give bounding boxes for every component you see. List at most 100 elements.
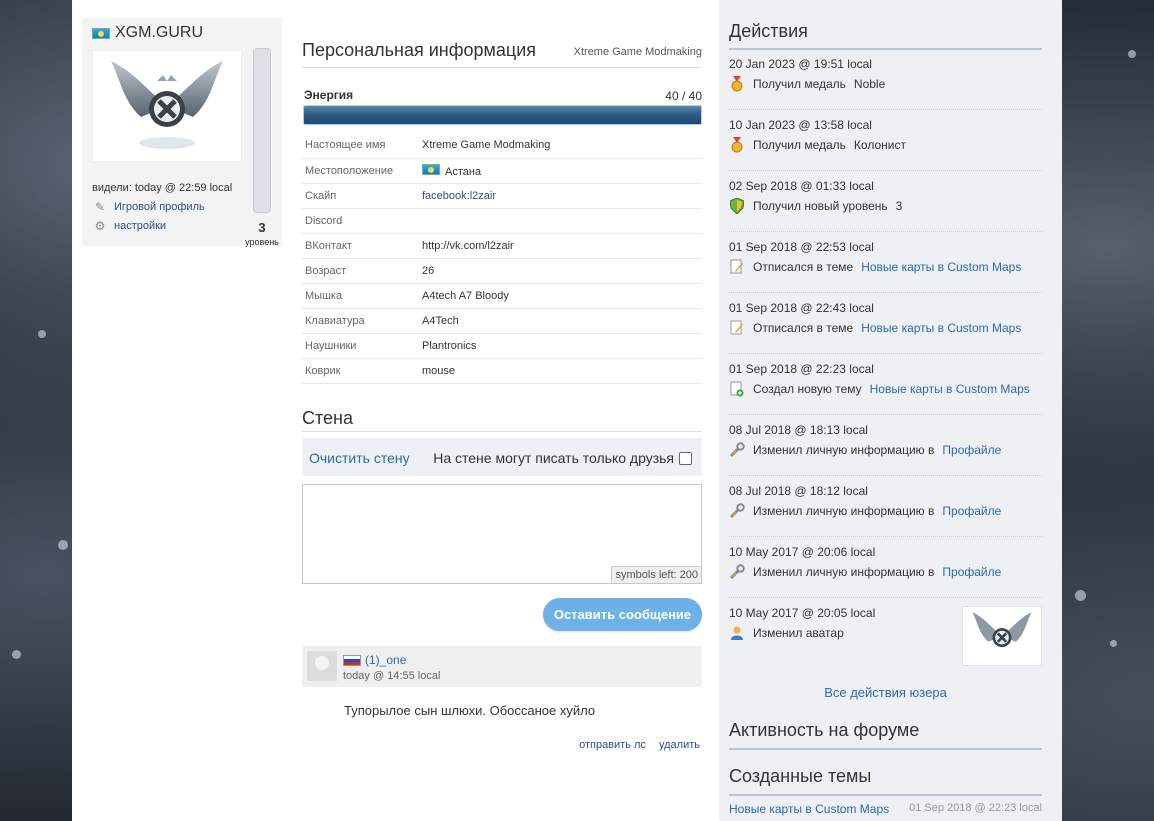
profile-link[interactable]: Профайле xyxy=(942,565,1001,579)
personal-info-subtitle: Xtreme Game Modmaking xyxy=(573,46,702,58)
info-value: 26 xyxy=(422,258,702,284)
action-item: 01 Sep 2018 @ 22:43 local Отписался в те… xyxy=(729,293,1042,354)
message-actions: отправить лс удалить xyxy=(569,739,700,751)
action-line: Получил медаль Колонист xyxy=(729,137,906,153)
info-key: Наушники xyxy=(302,333,422,359)
personal-info-header: Персональная информация Xtreme Game Modm… xyxy=(302,40,702,68)
topic-link[interactable]: Новые карты в Custom Maps xyxy=(861,321,1021,335)
edit-icon xyxy=(729,320,745,336)
location-value: Астана xyxy=(445,165,482,178)
message-avatar[interactable] xyxy=(307,651,337,681)
profile-link[interactable]: Профайле xyxy=(942,504,1001,518)
page-content: XGM.GURU 3 уровень видели: today @ 22:59… xyxy=(72,0,1062,821)
energy-value: 40 / 40 xyxy=(665,89,702,103)
flag-ru-icon xyxy=(343,654,361,666)
info-value xyxy=(422,208,702,234)
post-message-button[interactable]: Оставить сообщение xyxy=(543,598,702,631)
info-value: http://vk.com/l2zair xyxy=(422,233,702,259)
table-row: Коврик mouse xyxy=(302,358,702,384)
skype-link[interactable]: facebook:l2zair xyxy=(422,183,702,209)
info-key: Мышка xyxy=(302,283,422,309)
settings-link[interactable]: ⚙ настройки xyxy=(92,219,166,233)
energy-bar xyxy=(303,105,702,125)
action-line: Изменил личную информацию в Профайле xyxy=(729,503,1001,519)
table-row: Discord xyxy=(302,208,702,234)
action-date: 10 May 2017 @ 20:05 local xyxy=(729,606,876,620)
right-column: Действия 20 Jan 2023 @ 19:51 local Получ… xyxy=(719,0,1062,821)
gamepad-icon: ✎ xyxy=(94,200,106,214)
table-row: Местоположение Астана xyxy=(302,158,702,184)
action-date: 10 May 2017 @ 20:06 local xyxy=(729,545,876,559)
profile-username: XGM.GURU xyxy=(115,24,203,41)
action-item: 01 Sep 2018 @ 22:53 local Отписался в те… xyxy=(729,232,1042,293)
medal-icon xyxy=(729,76,745,92)
game-profile-link[interactable]: ✎ Игровой профиль xyxy=(92,200,205,214)
info-key: Скайп xyxy=(302,183,422,209)
personal-info-title: Персональная информация xyxy=(302,40,537,60)
action-extra: Noble xyxy=(853,77,886,91)
action-extra: Колонист xyxy=(853,138,906,152)
created-topics-divider xyxy=(729,794,1042,796)
delete-message-link[interactable]: удалить xyxy=(659,739,700,751)
action-item: 08 Jul 2018 @ 18:13 local Изменил личную… xyxy=(729,415,1042,476)
info-value-location: Астана xyxy=(422,158,702,184)
friends-only-checkbox[interactable] xyxy=(679,451,692,465)
wall-message-header: (1)_one today @ 14:55 local xyxy=(302,646,702,687)
send-pm-link[interactable]: отправить лс xyxy=(579,739,646,751)
profile-link[interactable]: Профайле xyxy=(942,443,1001,457)
created-topic-link[interactable]: Новые карты в Custom Maps xyxy=(729,802,889,816)
info-key: Discord xyxy=(302,208,422,234)
action-text: Изменил аватар xyxy=(753,626,844,640)
wall-title: Стена xyxy=(302,408,354,428)
wall-header: Стена xyxy=(302,408,702,432)
action-text: Создал новую тему xyxy=(753,382,862,396)
wrench-icon xyxy=(729,503,745,519)
all-actions-link[interactable]: Все действия юзера xyxy=(729,685,1042,700)
level-progress-bar xyxy=(253,48,271,213)
level-number: 3 xyxy=(258,220,266,235)
wrench-icon xyxy=(729,564,745,580)
bg-dot xyxy=(1110,640,1117,647)
action-extra: 3 xyxy=(895,199,903,213)
action-line: Получил медаль Noble xyxy=(729,76,885,92)
xgm-logo-icon xyxy=(111,61,223,149)
info-value: mouse xyxy=(422,358,702,384)
friends-only-option[interactable]: На стене могут писать только друзья xyxy=(433,450,692,466)
info-key: Возраст xyxy=(302,258,422,284)
created-topic-row: Новые карты в Custom Maps 01 Sep 2018 @ … xyxy=(729,802,1042,816)
info-key: Коврик xyxy=(302,358,422,384)
topic-link[interactable]: Новые карты в Custom Maps xyxy=(861,260,1021,274)
action-text: Получил новый уровень xyxy=(753,199,888,213)
actions-title: Действия xyxy=(729,21,808,41)
table-row: Скайп facebook:l2zair xyxy=(302,183,702,209)
action-line: Изменил личную информацию в Профайле xyxy=(729,442,1001,458)
action-line: Отписался в теме Новые карты в Custom Ma… xyxy=(729,320,1021,336)
personal-info-table: Настоящее имя Xtreme Game Modmaking Место… xyxy=(302,133,702,384)
action-item: 01 Sep 2018 @ 22:23 local Создал новую т… xyxy=(729,354,1042,415)
game-profile-label: Игровой профиль xyxy=(114,201,205,213)
message-text: Тупорылое сын шлюхи. Обоссаное хуйло xyxy=(344,703,596,718)
profile-card: XGM.GURU 3 уровень видели: today @ 22:59… xyxy=(82,18,282,247)
wall-message-input[interactable]: symbols left: 200 xyxy=(302,484,702,584)
clear-wall-button[interactable]: Очистить стену xyxy=(309,450,410,466)
message-author[interactable]: (1)_one xyxy=(343,653,406,667)
info-key: Местоположение xyxy=(302,158,422,184)
settings-label: настройки xyxy=(114,220,167,232)
action-item: 20 Jan 2023 @ 19:51 local Получил медаль… xyxy=(729,49,1042,110)
forum-activity-divider xyxy=(729,748,1042,750)
action-date: 08 Jul 2018 @ 18:12 local xyxy=(729,484,868,498)
action-date: 01 Sep 2018 @ 22:43 local xyxy=(729,301,874,315)
action-date: 08 Jul 2018 @ 18:13 local xyxy=(729,423,868,437)
forum-activity-title: Активность на форуме xyxy=(729,720,920,740)
action-date: 01 Sep 2018 @ 22:53 local xyxy=(729,240,874,254)
wall-toolbar: Очистить стену На стене могут писать тол… xyxy=(302,438,702,476)
bg-dot xyxy=(38,330,46,338)
avatar xyxy=(92,50,242,162)
bg-dot xyxy=(12,650,21,659)
avatar-thumbnail[interactable] xyxy=(962,606,1042,666)
bg-dot xyxy=(1075,590,1086,601)
table-row: Мышка A4tech A7 Bloody xyxy=(302,283,702,309)
info-key: Настоящее имя xyxy=(302,133,422,159)
message-date: today @ 14:55 local xyxy=(343,670,441,682)
topic-link[interactable]: Новые карты в Custom Maps xyxy=(870,382,1030,396)
